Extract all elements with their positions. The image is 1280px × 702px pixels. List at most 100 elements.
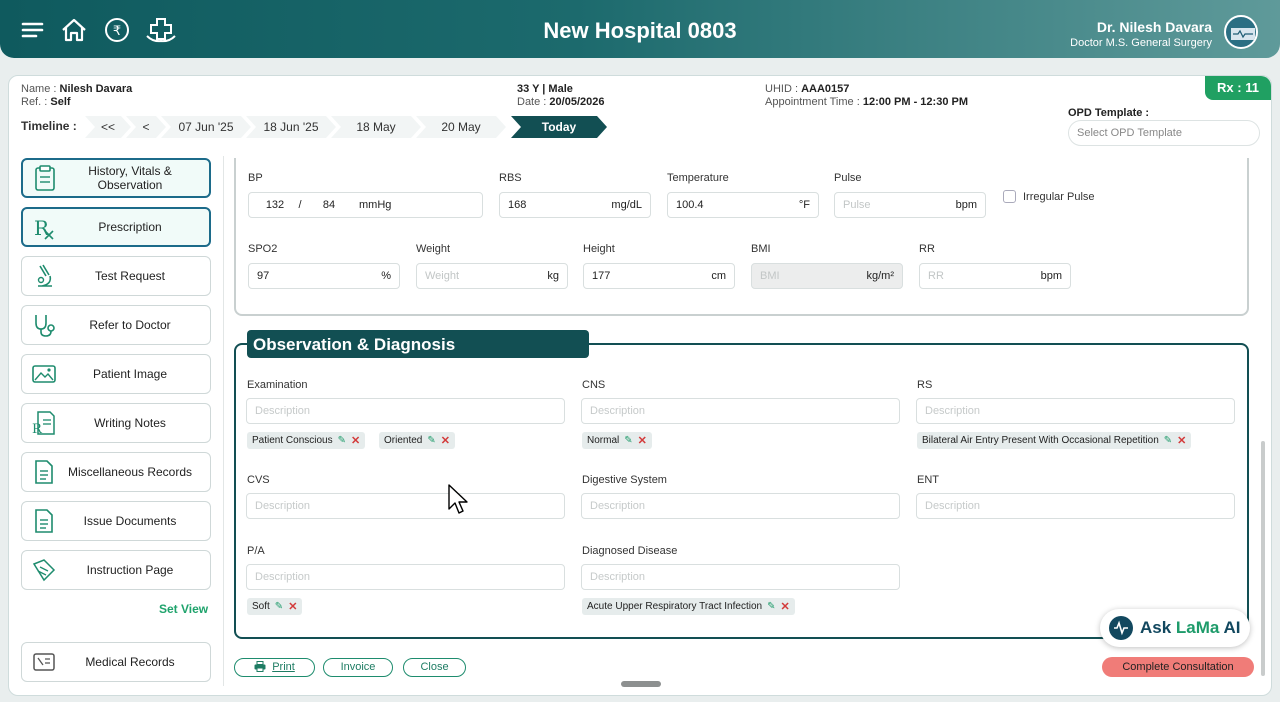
timeline-first[interactable]: << [85,116,131,138]
bp-label: BP [248,172,263,184]
pulse-input[interactable]: Pulse bpm [834,192,986,218]
examination-label: Examination [247,379,308,391]
timeline-label: Timeline : [21,119,77,133]
ask-text: Ask [1140,618,1176,637]
bp-separator: / [298,199,302,211]
rr-placeholder: RR [928,270,944,282]
opd-template-label: OPD Template : [1068,107,1150,119]
ent-input[interactable]: Description [916,493,1235,519]
cns-label: CNS [582,379,606,391]
remove-icon[interactable]: ✕ [288,600,297,613]
pencil-icon[interactable]: ✎ [624,435,632,446]
scrollbar[interactable] [1261,441,1265,676]
document-icon [35,509,53,533]
examination-input[interactable]: Description [246,398,565,424]
set-view-link[interactable]: Set View [159,602,208,616]
temp-input[interactable]: 100.4 °F [667,192,819,218]
rbs-value: 168 [508,199,527,211]
pencil-icon[interactable]: ✎ [767,601,775,612]
sidebar-item-label: Issue Documents [83,514,177,528]
print-button[interactable]: Print [234,658,315,677]
ask-lama-ai-button[interactable]: Ask LaMa AI [1100,609,1250,647]
remove-icon[interactable]: ✕ [351,434,360,447]
height-input[interactable]: 177 cm [583,263,735,289]
pencil-icon[interactable]: ✎ [275,601,283,612]
remove-icon[interactable]: ✕ [780,600,789,613]
sidebar-item-label: Patient Image [92,367,168,381]
pulse-unit: bpm [955,199,977,211]
doctor-info: Dr. Nilesh Davara Doctor M.S. General Su… [1070,19,1212,49]
remove-icon[interactable]: ✕ [441,434,450,447]
tag-text: Bilateral Air Entry Present With Occasio… [922,435,1159,446]
spo2-input[interactable]: 97% [248,263,400,289]
complete-consultation-button[interactable]: Complete Consultation [1102,657,1254,677]
sidebar-item-writing-notes[interactable]: R Writing Notes [21,403,211,443]
bp-systolic[interactable]: 132 [257,199,293,211]
bp-diastolic[interactable]: 84 [307,199,351,211]
patient-name: Nilesh Davara [59,83,133,95]
stethoscope-icon [35,315,55,337]
bmi-placeholder: BMI [760,270,780,282]
timeline-item[interactable]: 18 May [331,116,421,138]
height-value: 177 [592,270,611,282]
sidebar-item-label: Test Request [94,269,166,283]
rr-input[interactable]: RR bpm [919,263,1071,289]
sidebar-item-misc-records[interactable]: Miscellaneous Records [21,452,211,492]
rx-notes-icon: R [32,411,55,437]
temp-unit: °F [798,199,810,211]
remove-icon[interactable]: ✕ [1177,434,1186,447]
sidebar-item-label: Prescription [98,220,162,234]
drag-handle[interactable] [621,681,661,687]
pencil-icon[interactable]: ✎ [427,435,435,446]
avatar[interactable] [1224,15,1258,49]
timeline-item[interactable]: 07 Jun '25 [161,116,251,138]
rs-input[interactable]: Description [916,398,1235,424]
sidebar-item-label: Miscellaneous Records [67,465,193,479]
visit-date: 20/05/2026 [549,96,605,108]
rx-badge: Rx : 11 [1205,76,1271,100]
sidebar-item-refer[interactable]: Refer to Doctor [21,305,211,345]
sidebar-item-label: Medical Records [85,655,175,669]
sidebar-item-prescription[interactable]: R Prescription [21,207,211,247]
digestive-input[interactable]: Description [581,493,900,519]
top-bar: ₹ New Hospital 0803 Dr. Nilesh Davara Do… [0,0,1280,58]
sidebar-item-history[interactable]: History, Vitals & Observation [21,158,211,198]
height-unit: cm [711,270,726,282]
weight-input[interactable]: Weight kg [416,263,568,289]
weight-unit: kg [547,270,559,282]
cvs-input[interactable]: Description [246,493,565,519]
rbs-input[interactable]: 168 mg/dL [499,192,651,218]
sidebar-item-issue-documents[interactable]: Issue Documents [21,501,211,541]
sidebar-item-patient-image[interactable]: Patient Image [21,354,211,394]
rbs-unit: mg/dL [611,199,642,211]
examination-tag: Oriented ✎ ✕ [379,432,455,449]
rx-icon: R [34,216,54,240]
sidebar-item-instruction[interactable]: Instruction Page [21,550,211,590]
ref-label: Ref. : [21,96,48,108]
patient-name-block: Name : Nilesh Davara Ref. : Self [21,83,132,109]
sidebar-item-test-request[interactable]: Test Request [21,256,211,296]
digestive-label: Digestive System [582,474,667,486]
rr-unit: bpm [1040,270,1062,282]
height-label: Height [583,243,615,255]
bp-input[interactable]: 132 / 84 mmHg [248,192,483,218]
pencil-icon[interactable]: ✎ [1164,435,1172,446]
timeline-item[interactable]: 20 May [416,116,506,138]
instruction-icon [32,559,56,582]
pencil-icon[interactable]: ✎ [338,435,346,446]
irregular-pulse-checkbox[interactable] [1003,190,1016,203]
doctor-name: Dr. Nilesh Davara [1096,19,1212,35]
timeline-item[interactable]: 18 Jun '25 [246,116,336,138]
remove-icon[interactable]: ✕ [638,434,647,447]
sidebar-item-medical-records[interactable]: Medical Records [21,642,211,682]
timeline-today[interactable]: Today [511,116,607,138]
cns-input[interactable]: Description [581,398,900,424]
date-label: Date : [517,96,547,108]
appt-label: Appointment Time : [765,96,860,108]
invoice-button[interactable]: Invoice [323,658,393,677]
opd-template-select[interactable]: Select OPD Template [1068,120,1260,146]
diagnosed-input[interactable]: Description [581,564,900,590]
timeline-prev[interactable]: < [126,116,166,138]
close-button[interactable]: Close [403,658,466,677]
pa-input[interactable]: Description [246,564,565,590]
